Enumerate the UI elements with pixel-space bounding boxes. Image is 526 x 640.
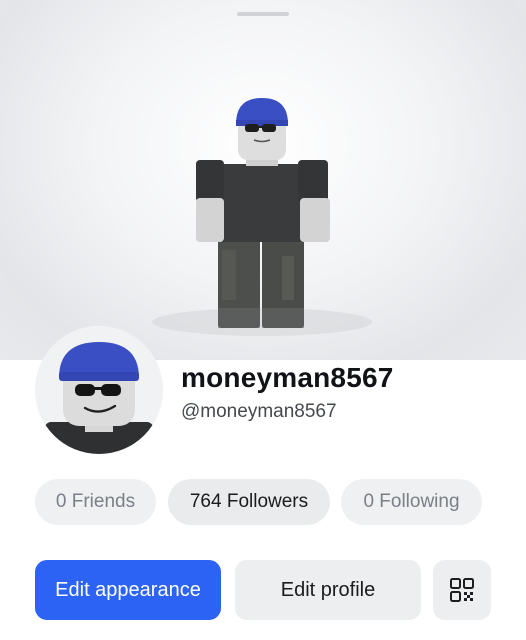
- profile-avatar[interactable]: [35, 326, 163, 454]
- edit-profile-label: Edit profile: [280, 578, 376, 601]
- followers-count-label: 764 Followers: [189, 491, 309, 512]
- edit-profile-button[interactable]: Edit profile: [235, 560, 421, 620]
- qr-code-button[interactable]: [433, 560, 491, 620]
- username: @moneyman8567: [181, 401, 337, 422]
- edit-appearance-button[interactable]: Edit appearance: [35, 560, 221, 620]
- avatar-headshot-image: [35, 326, 163, 454]
- display-name: moneyman8567: [181, 362, 394, 393]
- friends-count-label: 0 Friends: [55, 491, 136, 512]
- avatar-3d-figure: [152, 98, 372, 336]
- friends-pill[interactable]: 0 Friends: [35, 479, 156, 525]
- followers-pill[interactable]: 764 Followers: [168, 479, 330, 525]
- qr-code-icon: [450, 578, 474, 602]
- avatar-preview[interactable]: [0, 0, 526, 360]
- following-count-label: 0 Following: [363, 491, 460, 512]
- edit-appearance-label: Edit appearance: [55, 578, 201, 601]
- following-pill[interactable]: 0 Following: [341, 479, 482, 525]
